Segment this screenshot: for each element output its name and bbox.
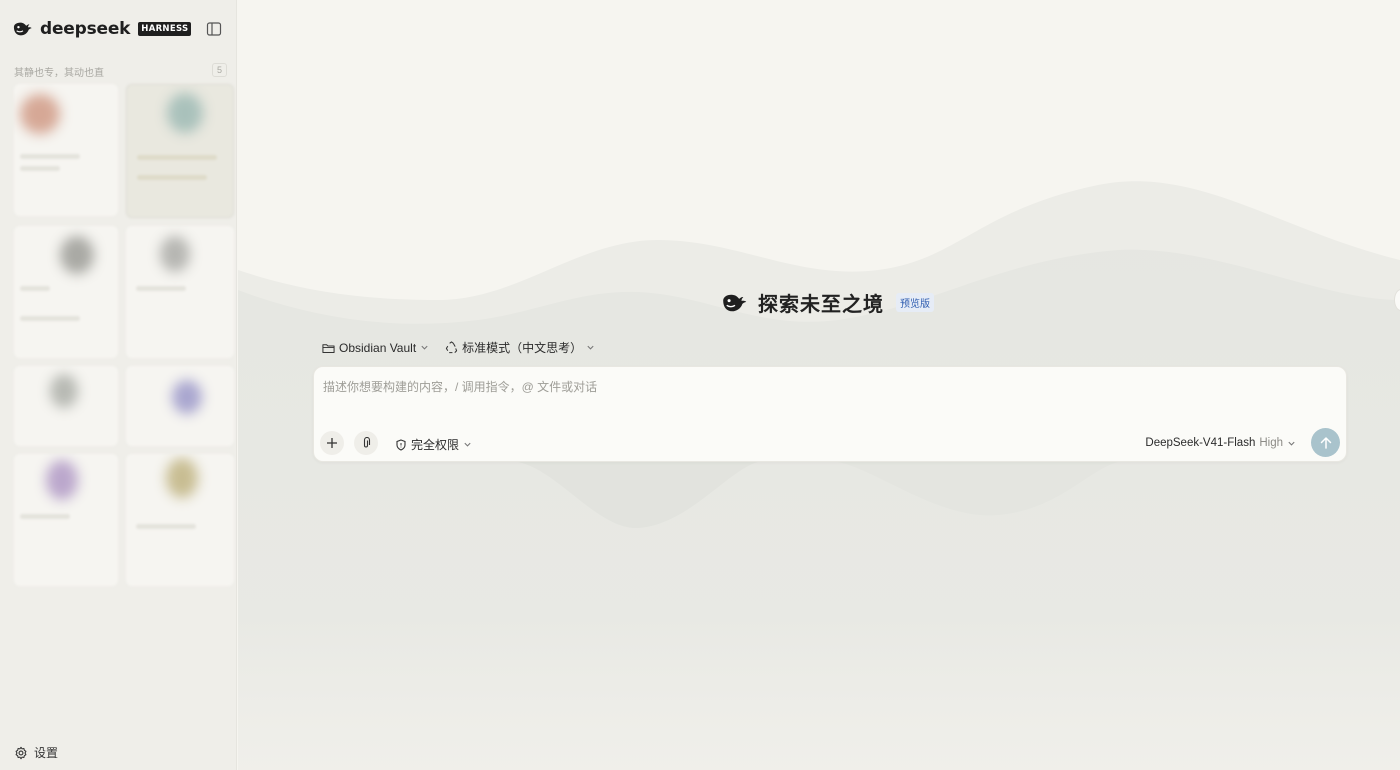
- gallery-card[interactable]: [126, 366, 234, 446]
- permission-selector[interactable]: 完全权限: [395, 436, 472, 453]
- blurred-gallery: [14, 84, 234, 594]
- settings-label: 设置: [34, 746, 59, 760]
- main-area: 探索未至之境 预览版 Obsidian Vault 标准模式（中文思考） 描述你…: [238, 0, 1400, 770]
- chevron-down-icon: [1288, 441, 1295, 446]
- gallery-card[interactable]: [126, 226, 234, 358]
- gallery-card[interactable]: [126, 454, 234, 586]
- send-button[interactable]: [1311, 428, 1340, 457]
- gallery-card[interactable]: [14, 226, 118, 358]
- sidebar-toggle-button[interactable]: [206, 21, 222, 37]
- vault-label: Obsidian Vault: [339, 340, 417, 355]
- sidebar-toggle-icon: [206, 22, 222, 36]
- plus-icon: [327, 438, 337, 448]
- gallery-card-selected[interactable]: [126, 84, 234, 218]
- whale-logo-icon: [723, 294, 747, 311]
- gear-icon: [15, 746, 27, 759]
- section-label: 其静也专，其动也直: [14, 68, 104, 79]
- gallery-card[interactable]: [14, 84, 118, 216]
- section-count-badge: 5: [212, 63, 228, 77]
- preview-badge: 预览版: [896, 293, 934, 312]
- mode-selector[interactable]: 标准模式（中文思考）: [445, 339, 595, 356]
- arrow-up-icon: [1320, 436, 1331, 449]
- folder-icon: [322, 343, 335, 353]
- brand-badge: HARNESS: [138, 22, 192, 36]
- hero: 探索未至之境 预览版: [720, 288, 934, 317]
- gallery-card[interactable]: [14, 454, 118, 586]
- brand-name: deepseek: [40, 19, 131, 39]
- attach-button[interactable]: [354, 431, 378, 455]
- shield-icon: [396, 438, 406, 451]
- vault-selector[interactable]: Obsidian Vault: [322, 341, 429, 355]
- paperclip-icon: [363, 437, 371, 448]
- composer: 完全权限 DeepSeek-V41-Flash High: [313, 366, 1347, 462]
- whale-logo-icon: [13, 22, 32, 36]
- model-level: High: [1259, 437, 1283, 449]
- chevron-down-icon: [464, 442, 471, 447]
- chevron-down-icon: [421, 345, 428, 350]
- model-name: DeepSeek-V41-Flash: [1145, 437, 1256, 449]
- mode-label: 标准模式（中文思考）: [462, 341, 583, 355]
- permission-label: 完全权限: [411, 438, 460, 452]
- settings-button[interactable]: 设置: [14, 744, 58, 761]
- chevron-down-icon: [587, 345, 594, 350]
- gallery-card[interactable]: [14, 366, 118, 446]
- sidebar: deepseek HARNESS 其静也专，其动也直 5 设置: [0, 0, 237, 770]
- add-button[interactable]: [320, 431, 344, 455]
- context-row: Obsidian Vault 标准模式（中文思考）: [322, 339, 595, 356]
- hero-title: 探索未至之境: [758, 294, 884, 316]
- brand[interactable]: deepseek HARNESS: [12, 19, 192, 39]
- recycle-icon: [446, 341, 458, 354]
- prompt-input[interactable]: [323, 378, 1333, 418]
- model-selector[interactable]: DeepSeek-V41-Flash High: [1145, 437, 1296, 449]
